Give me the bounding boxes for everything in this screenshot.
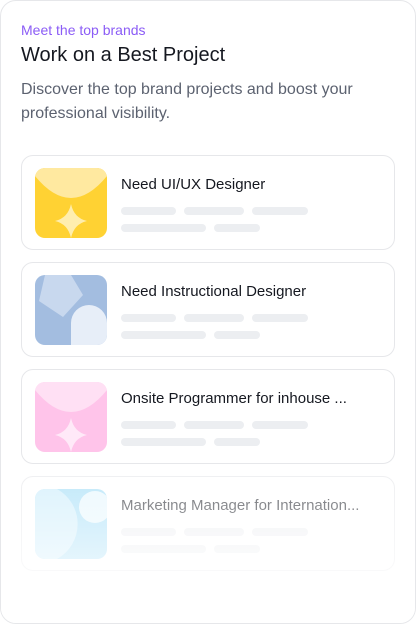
project-thumbnail: [35, 275, 107, 345]
placeholder-line: [252, 421, 308, 429]
placeholder-line: [121, 438, 206, 446]
placeholder-line: [184, 314, 244, 322]
placeholder-line: [121, 528, 176, 536]
project-thumbnail: [35, 168, 107, 238]
placeholder-line: [121, 224, 206, 232]
placeholder-line: [121, 331, 206, 339]
placeholder-line: [121, 207, 176, 215]
placeholder-line: [184, 207, 244, 215]
placeholder-line: [252, 314, 308, 322]
project-title: Need UI/UX Designer: [121, 176, 266, 193]
project-card-onsite-programmer[interactable]: Onsite Programmer for inhouse ...: [21, 369, 395, 464]
project-title: Need Instructional Designer: [121, 283, 307, 300]
project-card-marketing-manager[interactable]: Marketing Manager for Internation...: [21, 476, 395, 571]
placeholder-line: [214, 438, 260, 446]
projects-panel: Meet the top brands Work on a Best Proje…: [0, 0, 416, 624]
project-thumbnail: [35, 489, 107, 559]
project-title: Onsite Programmer for inhouse ...: [121, 390, 347, 407]
placeholder-line: [214, 545, 260, 553]
project-thumbnail: [35, 382, 107, 452]
placeholder-line: [121, 421, 176, 429]
placeholder-line: [252, 528, 308, 536]
section-description: Discover the top brand projects and boos…: [21, 81, 353, 122]
placeholder-line: [121, 314, 176, 322]
section-eyebrow: Meet the top brands: [21, 22, 146, 38]
project-title: Marketing Manager for Internation...: [121, 497, 360, 514]
placeholder-line: [184, 528, 244, 536]
placeholder-line: [184, 421, 244, 429]
section-title: Work on a Best Project: [21, 44, 226, 66]
project-card-instructional-designer[interactable]: Need Instructional Designer: [21, 262, 395, 357]
placeholder-line: [214, 224, 260, 232]
placeholder-line: [121, 545, 206, 553]
project-card-ui-ux-designer[interactable]: Need UI/UX Designer: [21, 155, 395, 250]
placeholder-line: [252, 207, 308, 215]
placeholder-line: [214, 331, 260, 339]
